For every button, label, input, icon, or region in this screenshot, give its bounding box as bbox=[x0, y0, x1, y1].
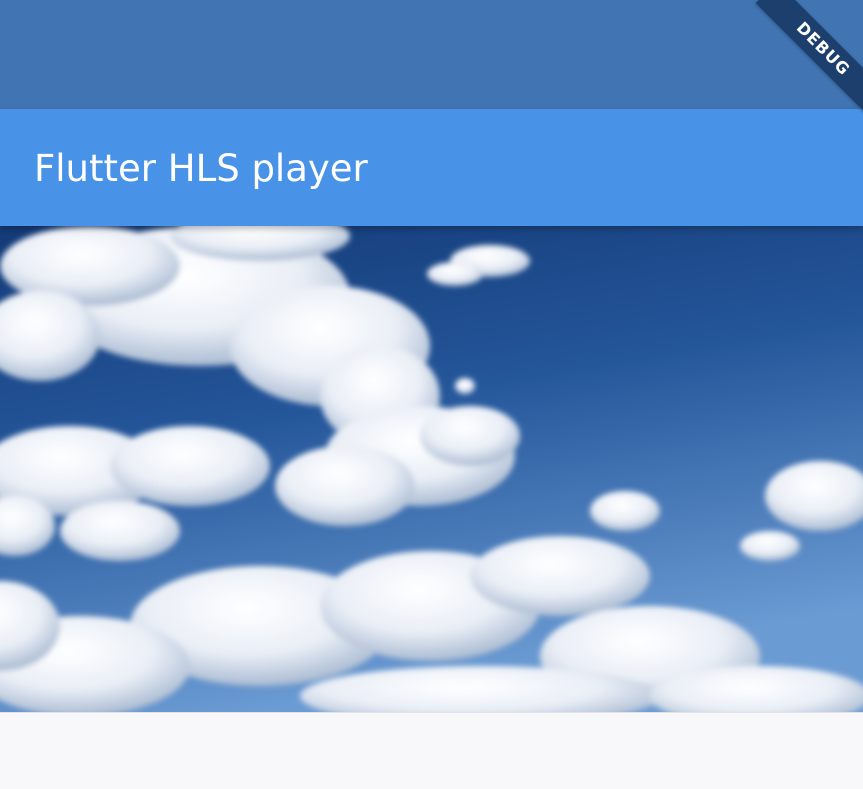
status-bar bbox=[0, 0, 863, 109]
app-bar: Flutter HLS player bbox=[0, 109, 863, 226]
video-frame-sky-clouds bbox=[0, 226, 863, 712]
app-screen: Flutter HLS player DEBUG bbox=[0, 0, 863, 789]
video-player[interactable] bbox=[0, 226, 863, 712]
page-body bbox=[0, 712, 863, 789]
app-title: Flutter HLS player bbox=[34, 147, 368, 190]
